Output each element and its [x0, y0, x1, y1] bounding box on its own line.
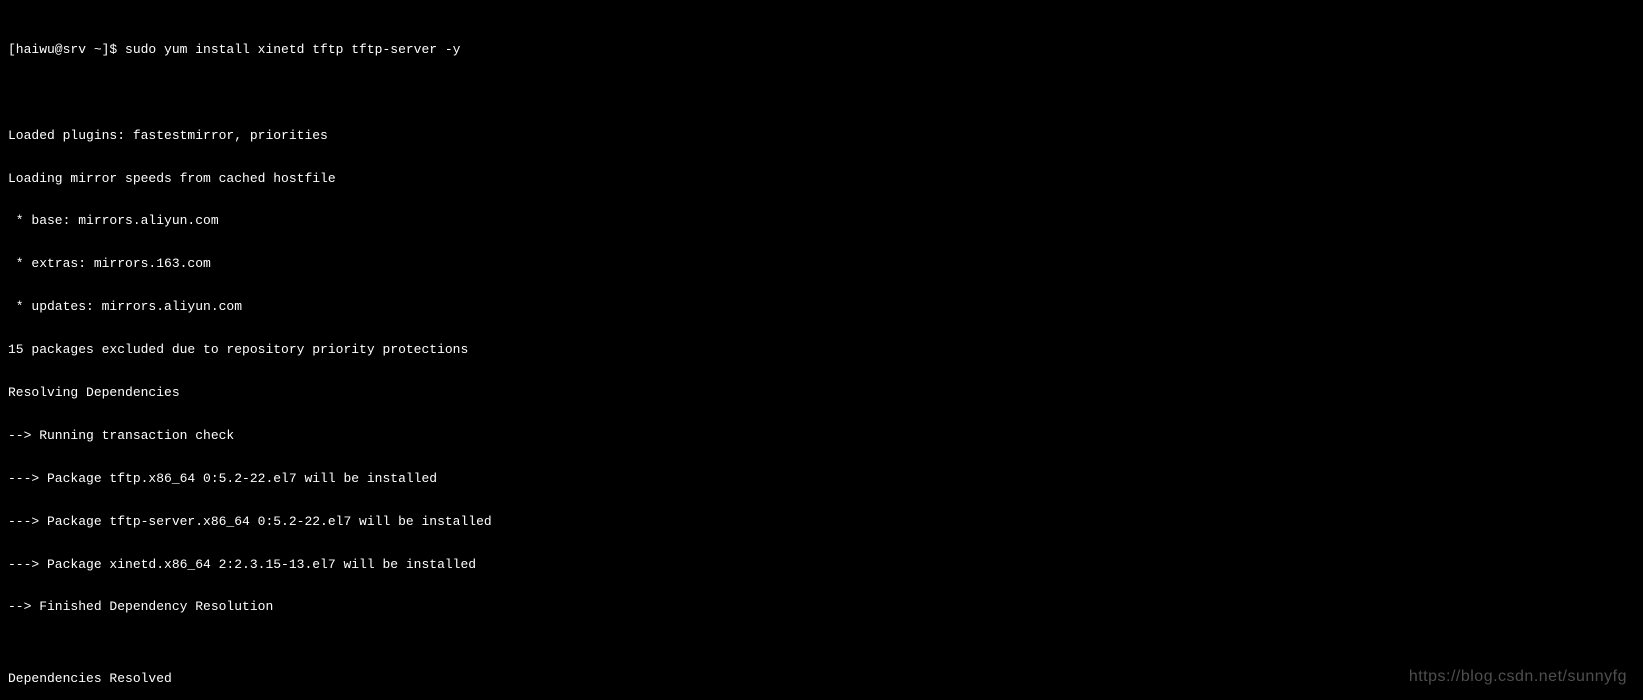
output-header: Loaded plugins: fastestmirror, prioritie… [8, 100, 1635, 700]
command-line: [haiwu@srv ~]$ sudo yum install xinetd t… [8, 43, 1635, 57]
watermark: https://blog.csdn.net/sunnyfg [1409, 668, 1627, 686]
terminal-window[interactable]: [haiwu@srv ~]$ sudo yum install xinetd t… [0, 0, 1643, 700]
